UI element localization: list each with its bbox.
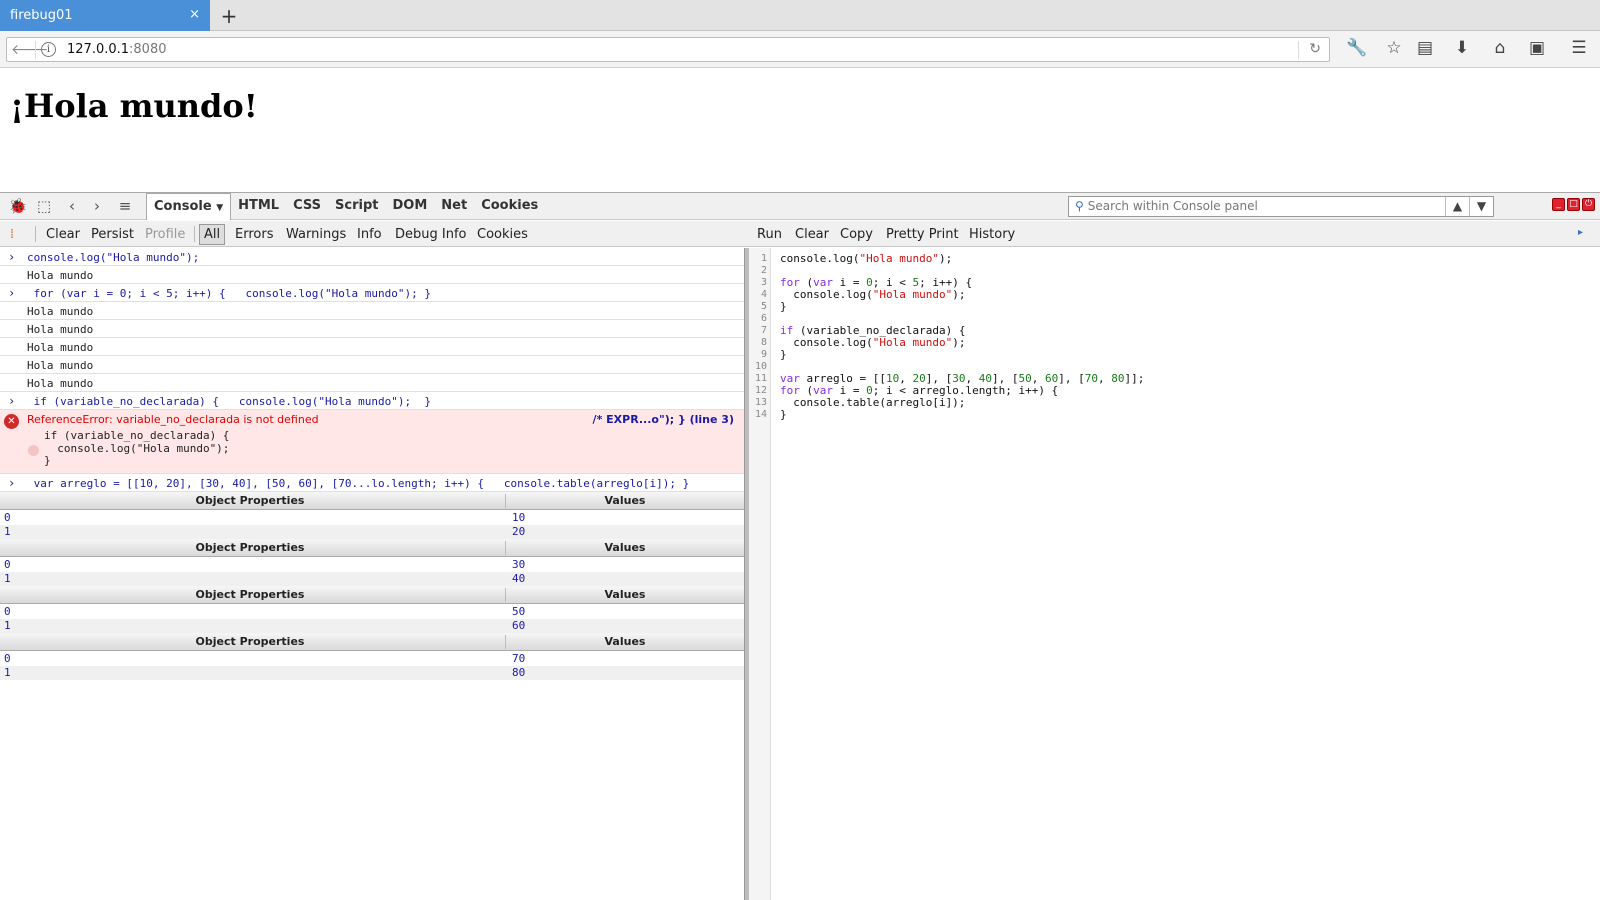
tab-html[interactable]: HTML — [231, 193, 286, 220]
firebug-panel: 🐞 ⬚ ‹ › ≡ Console ▼ HTML CSS Script DOM … — [0, 192, 1600, 900]
log-output: Hola mundo — [0, 356, 744, 374]
error-source: if (variable_no_declarada) { console.log… — [44, 429, 230, 467]
tab-dom[interactable]: DOM — [386, 193, 435, 220]
table-row: 0 30 — [4, 558, 526, 571]
table-row: 1 40 — [0, 572, 744, 586]
persist-button[interactable]: Persist — [91, 227, 134, 242]
menu-icon[interactable]: ☰ — [1568, 38, 1590, 58]
nav-back-icon[interactable]: ‹ — [62, 197, 82, 215]
new-tab-icon[interactable]: + — [218, 4, 240, 28]
copy-button[interactable]: Copy — [840, 227, 873, 242]
log-output: Hola mundo — [0, 320, 744, 338]
log-output: Hola mundo — [0, 266, 744, 284]
prompt-icon: › — [8, 286, 16, 300]
log-command: › console.log("Hola mundo"); — [0, 248, 744, 266]
toolbar-separator — [35, 226, 36, 242]
tab-strip: firebug01 × + — [0, 0, 1600, 31]
log-command: › var arreglo = [[10, 20], [30, 40], [50… — [0, 474, 744, 492]
table-header[interactable]: Object Properties Values — [0, 633, 744, 651]
tab-title: firebug01 — [10, 8, 73, 23]
log-output: Hola mundo — [0, 338, 744, 356]
filter-debug-info-button[interactable]: Debug Info — [395, 227, 467, 242]
filter-errors-button[interactable]: Errors — [235, 227, 273, 242]
profile-button[interactable]: Profile — [145, 227, 185, 242]
home-icon[interactable]: ⌂ — [1489, 38, 1511, 58]
pocket-icon[interactable]: ▣ — [1526, 38, 1548, 58]
tab-cookies[interactable]: Cookies — [474, 193, 545, 220]
url-text[interactable]: 127.0.0.1:8080 — [67, 42, 167, 57]
command-editor[interactable]: 1 2 3 4 5 6 7 8 9 10 11 12 13 14 console… — [749, 248, 1600, 900]
history-button[interactable]: History — [969, 227, 1015, 242]
wrench-icon[interactable]: 🔧 — [1346, 38, 1368, 58]
browser-tab[interactable]: firebug01 × — [0, 0, 210, 31]
url-separator — [35, 41, 36, 59]
error-location-link[interactable]: /* EXPR...o"); } (line 3) — [593, 413, 734, 426]
console-options-icon[interactable]: ⁞ — [10, 227, 14, 242]
url-bar[interactable]: 🡐 i 127.0.0.1:8080 ↻ — [6, 37, 1330, 62]
firebug-logo-icon[interactable]: 🐞 — [8, 197, 28, 215]
tab-script[interactable]: Script — [328, 193, 385, 220]
table-row: 1 60 — [0, 619, 744, 633]
chevron-down-icon[interactable]: ▼ — [216, 203, 223, 213]
search-prev-icon[interactable]: ▲ — [1445, 197, 1469, 216]
table-row: 0 50 — [4, 605, 526, 618]
reload-separator — [1298, 41, 1299, 59]
table-header[interactable]: Object Properties Values — [0, 492, 744, 510]
prompt-icon: › — [8, 476, 16, 490]
error-icon: ✕ — [4, 414, 19, 429]
table-row: 1 80 — [0, 666, 744, 680]
console-toolbar: ⁞ Clear Persist Profile All Errors Warni… — [0, 221, 1600, 247]
tab-console[interactable]: Console ▼ — [146, 193, 232, 220]
firebug-tabs: Console ▼ HTML CSS Script DOM Net Cookie… — [146, 193, 545, 220]
toolbar-separator — [194, 226, 195, 242]
filter-warnings-button[interactable]: Warnings — [286, 227, 346, 242]
tab-close-icon[interactable]: × — [189, 7, 200, 22]
tab-css[interactable]: CSS — [286, 193, 328, 220]
close-firebug-icon[interactable]: ⏻ — [1582, 198, 1595, 211]
log-output: Hola mundo — [0, 302, 744, 320]
toggle-editor-icon[interactable]: ▸ — [1578, 227, 1583, 238]
editor-code[interactable]: console.log("Hola mundo"); for (var i = … — [780, 253, 1144, 421]
log-command: › if (variable_no_declarada) { console.l… — [0, 392, 744, 410]
command-line-icon[interactable]: ≡ — [115, 197, 135, 215]
log-error[interactable]: ✕ ReferenceError: variable_no_declarada … — [0, 410, 744, 474]
tab-net[interactable]: Net — [434, 193, 474, 220]
table-row: 1 20 — [0, 525, 744, 539]
nav-forward-icon[interactable]: › — [87, 197, 107, 215]
filter-cookies-button[interactable]: Cookies — [477, 227, 528, 242]
log-output: Hola mundo — [0, 374, 744, 392]
site-info-icon[interactable]: i — [41, 42, 56, 57]
prompt-icon: › — [8, 394, 16, 408]
console-search-input[interactable]: ⚲ Search within Console panel ▲ ▼ — [1068, 196, 1494, 217]
detach-icon[interactable]: □ — [1567, 198, 1580, 211]
minimize-icon[interactable]: _ — [1552, 198, 1565, 211]
page-heading: ¡Hola mundo! — [10, 87, 258, 125]
table-header[interactable]: Object Properties Values — [0, 539, 744, 557]
console-log[interactable]: › console.log("Hola mundo"); Hola mundo … — [0, 248, 744, 900]
search-next-icon[interactable]: ▼ — [1469, 197, 1493, 216]
log-command: › for (var i = 0; i < 5; i++) { console.… — [0, 284, 744, 302]
firebug-toolbar: 🐞 ⬚ ‹ › ≡ Console ▼ HTML CSS Script DOM … — [0, 193, 1600, 220]
table-row: 0 10 — [4, 511, 526, 524]
bookmark-star-icon[interactable]: ☆ — [1383, 38, 1405, 58]
line-numbers: 1 2 3 4 5 6 7 8 9 10 11 12 13 14 — [749, 248, 771, 900]
table-row: 0 70 — [4, 652, 526, 665]
download-icon[interactable]: ⬇ — [1451, 38, 1473, 58]
pretty-print-button[interactable]: Pretty Print — [886, 227, 959, 242]
breakpoint-icon[interactable] — [28, 445, 39, 456]
filter-info-button[interactable]: Info — [357, 227, 382, 242]
run-button[interactable]: Run — [757, 227, 782, 242]
filter-all-button[interactable]: All — [199, 224, 226, 245]
clear-button[interactable]: Clear — [46, 227, 80, 242]
reload-icon[interactable]: ↻ — [1309, 41, 1321, 57]
inspect-icon[interactable]: ⬚ — [34, 197, 54, 215]
table-header[interactable]: Object Properties Values — [0, 586, 744, 604]
prompt-icon: › — [8, 250, 16, 264]
bookmarks-list-icon[interactable]: ▤ — [1414, 38, 1436, 58]
editor-clear-button[interactable]: Clear — [795, 227, 829, 242]
search-icon: ⚲ — [1075, 199, 1084, 213]
